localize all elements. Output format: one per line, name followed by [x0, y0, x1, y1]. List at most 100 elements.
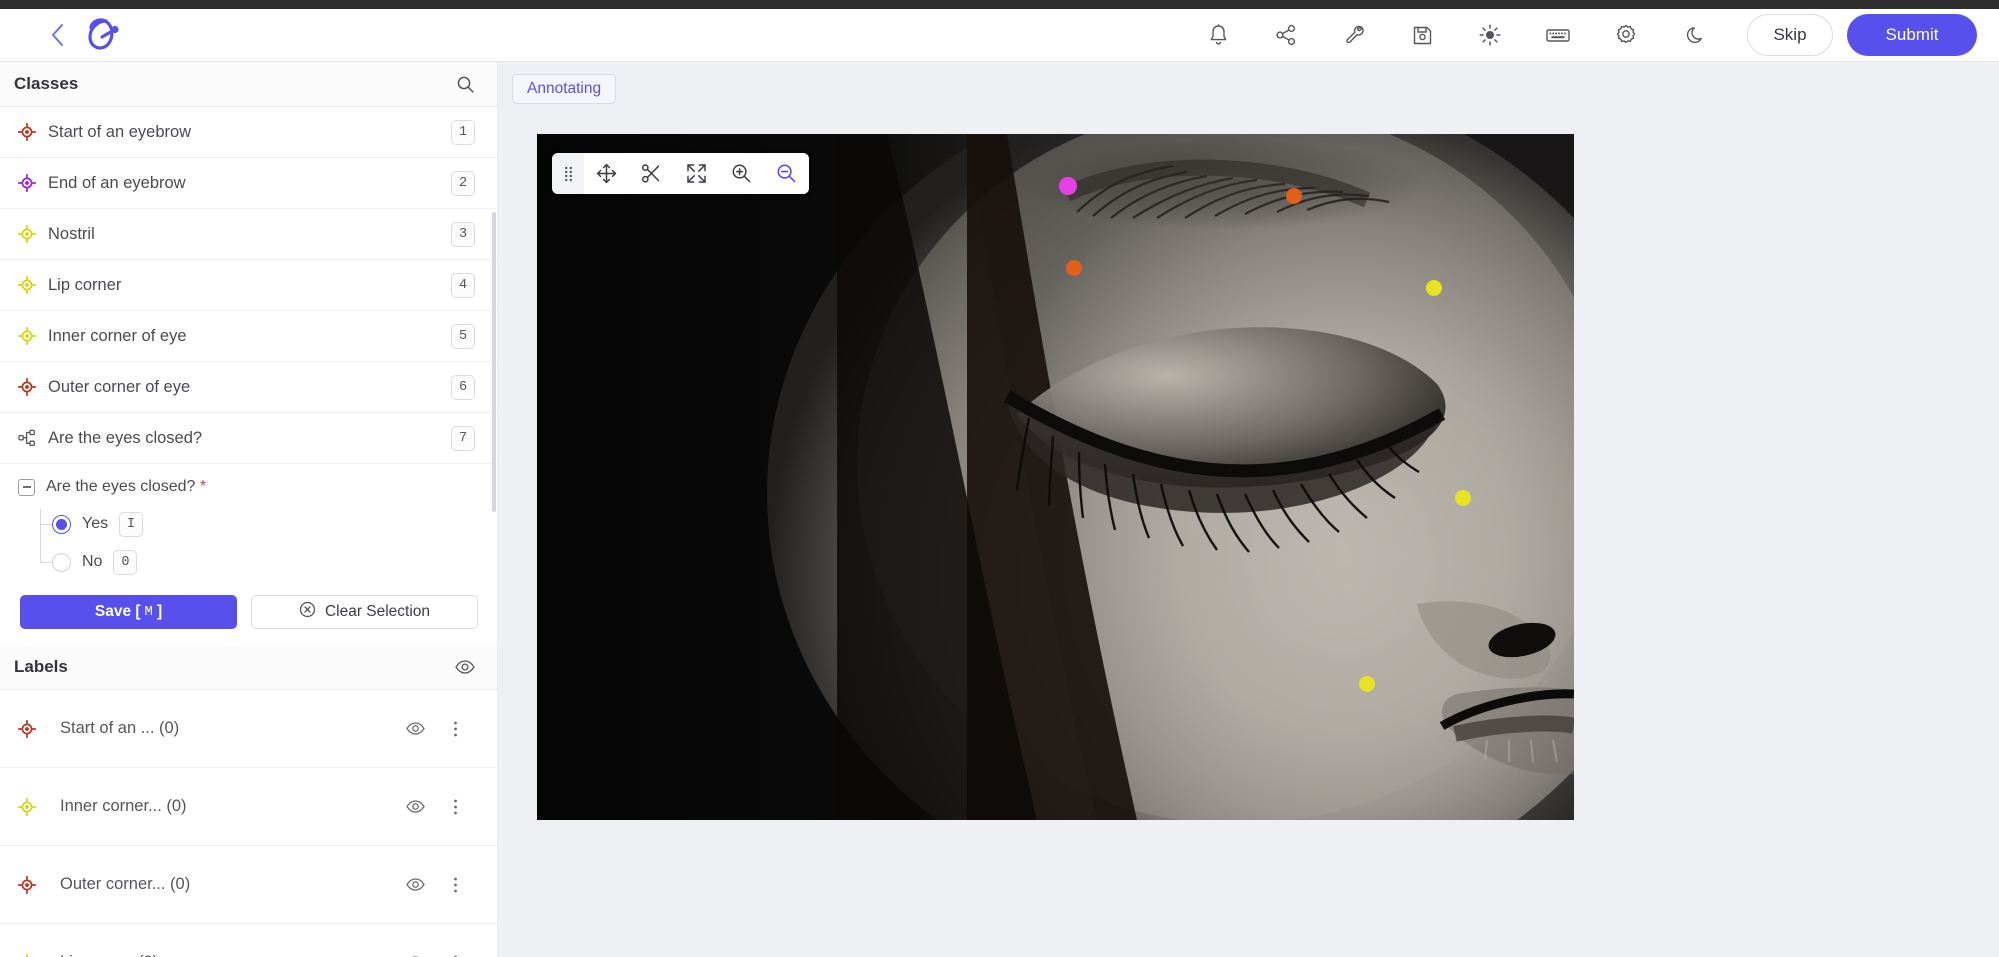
question-title-text: Are the eyes closed? [46, 478, 196, 495]
save-disk-icon[interactable] [1399, 15, 1445, 55]
sidebar-scrollbar-thumb[interactable] [492, 212, 496, 512]
collapse-minus-icon[interactable] [18, 478, 35, 496]
kebab-menu-icon[interactable] [435, 876, 475, 894]
annotation-keypoint[interactable] [1455, 489, 1472, 506]
class-shortcut: 5 [451, 323, 475, 349]
drag-handle-icon[interactable] [552, 153, 584, 194]
annotation-app: Skip Submit Classes Start of an eyebrow 1… [0, 9, 1999, 957]
class-label: Nostril [48, 224, 95, 243]
action-button-row: Save [ M ] Clear Selection [0, 581, 497, 645]
eye-icon[interactable] [395, 722, 435, 735]
top-icon-group [1195, 15, 1717, 55]
annotation-image[interactable] [537, 134, 1574, 820]
labels-list: Start of an ... (0) Inner corner... (0) Ou… [0, 690, 497, 957]
canvas-stage [498, 114, 1999, 957]
eye-icon[interactable] [395, 878, 435, 891]
gear-icon[interactable] [1603, 15, 1649, 55]
brightness-icon[interactable] [1467, 15, 1513, 55]
class-label: Inner corner of eye [48, 326, 187, 345]
label-row[interactable]: Outer corner... (0) [0, 846, 497, 924]
class-row[interactable]: Lip corner 4 [0, 260, 497, 311]
clear-selection-label: Clear Selection [324, 603, 431, 620]
label-row[interactable]: Inner corner... (0) [0, 768, 497, 846]
left-sidebar: Classes Start of an eyebrow 1 End of an ey… [0, 62, 498, 957]
share-icon[interactable] [1263, 15, 1309, 55]
sidebar-scrollbar[interactable] [492, 62, 497, 957]
question-header: Are the eyes closed? * [18, 470, 497, 500]
class-shortcut: 7 [451, 425, 475, 451]
clear-selection-button[interactable]: Clear Selection [251, 595, 478, 629]
fit-screen-icon[interactable] [674, 153, 719, 194]
radio-shortcut: 0 [113, 549, 138, 575]
canvas-toolbar [552, 153, 809, 194]
radio-button[interactable] [52, 552, 71, 572]
moon-icon[interactable] [1671, 15, 1717, 55]
keyboard-icon[interactable] [1535, 15, 1581, 55]
label-name: Lip corner (0) [60, 953, 395, 957]
class-row[interactable]: Are the eyes closed? 7 [0, 413, 497, 464]
label-row[interactable]: Start of an ... (0) [0, 690, 497, 768]
label-name: Start of an ... (0) [60, 719, 180, 737]
target-icon [14, 378, 40, 396]
radio-label: Yes [82, 515, 109, 532]
target-icon [14, 123, 40, 141]
class-shortcut: 4 [451, 272, 475, 298]
annotation-keypoint[interactable] [1426, 279, 1442, 296]
annotation-keypoint[interactable] [1058, 177, 1077, 196]
eye-icon[interactable] [395, 800, 435, 813]
circle-x-icon [299, 601, 316, 623]
zoom-out-icon[interactable] [764, 153, 809, 194]
radio-option-yes[interactable]: Yes I [40, 505, 497, 543]
required-mark: * [199, 478, 207, 495]
class-label: Are the eyes closed? [48, 428, 203, 447]
target-icon [14, 797, 40, 816]
kebab-menu-icon[interactable] [435, 954, 475, 957]
chevron-left-icon[interactable] [48, 22, 66, 48]
kebab-menu-icon[interactable] [435, 798, 475, 816]
class-shortcut: 6 [451, 374, 475, 400]
encord-logo[interactable] [76, 15, 128, 55]
annotation-keypoint[interactable] [1286, 187, 1302, 204]
radio-button[interactable] [52, 514, 71, 534]
keypoint-layer [537, 134, 1574, 820]
skip-button[interactable]: Skip [1747, 14, 1833, 56]
bell-icon[interactable] [1195, 15, 1241, 55]
class-shortcut: 2 [451, 170, 475, 196]
class-shortcut: 3 [451, 221, 475, 247]
class-row[interactable]: Outer corner of eye 6 [0, 362, 497, 413]
class-row[interactable]: Inner corner of eye 5 [0, 311, 497, 362]
top-toolbar: Skip Submit [0, 9, 1999, 62]
label-row[interactable]: Lip corner (0) [0, 924, 497, 957]
search-icon[interactable] [456, 75, 475, 94]
class-shortcut: 1 [451, 119, 475, 145]
labels-panel-header: Labels [0, 645, 497, 690]
class-label: Outer corner of eye [48, 377, 191, 396]
class-row[interactable]: End of an eyebrow 2 [0, 158, 497, 209]
wrench-icon[interactable] [1331, 15, 1377, 55]
class-label: Lip corner [48, 275, 122, 294]
label-name: Outer corner... (0) [60, 875, 191, 893]
brand [48, 15, 128, 55]
label-name: Inner corner... (0) [60, 797, 187, 815]
target-icon [14, 174, 40, 192]
annotating-tab[interactable]: Annotating [512, 74, 617, 104]
classes-header-title: Classes [14, 74, 79, 93]
save-button[interactable]: Save [ M ] [20, 595, 237, 629]
question-options: Yes I No 0 [18, 505, 497, 581]
move-icon[interactable] [584, 153, 629, 194]
class-label: Start of an eyebrow [48, 122, 192, 141]
kebab-menu-icon[interactable] [435, 720, 475, 738]
scissors-icon[interactable] [629, 153, 674, 194]
submit-button[interactable]: Submit [1847, 14, 1977, 56]
radio-option-no[interactable]: No 0 [40, 543, 497, 581]
class-row[interactable]: Nostril 3 [0, 209, 497, 260]
radio-label: No [82, 553, 103, 570]
eye-icon[interactable] [455, 660, 475, 674]
annotation-keypoint[interactable] [1066, 259, 1083, 276]
zoom-in-icon[interactable] [719, 153, 764, 194]
class-row[interactable]: Start of an eyebrow 1 [0, 107, 497, 158]
question-block: Are the eyes closed? * Yes I No 0 [0, 464, 497, 581]
main-canvas-area: Annotating [498, 62, 1999, 957]
save-label: Save [ [94, 603, 141, 620]
annotation-keypoint[interactable] [1358, 676, 1375, 693]
